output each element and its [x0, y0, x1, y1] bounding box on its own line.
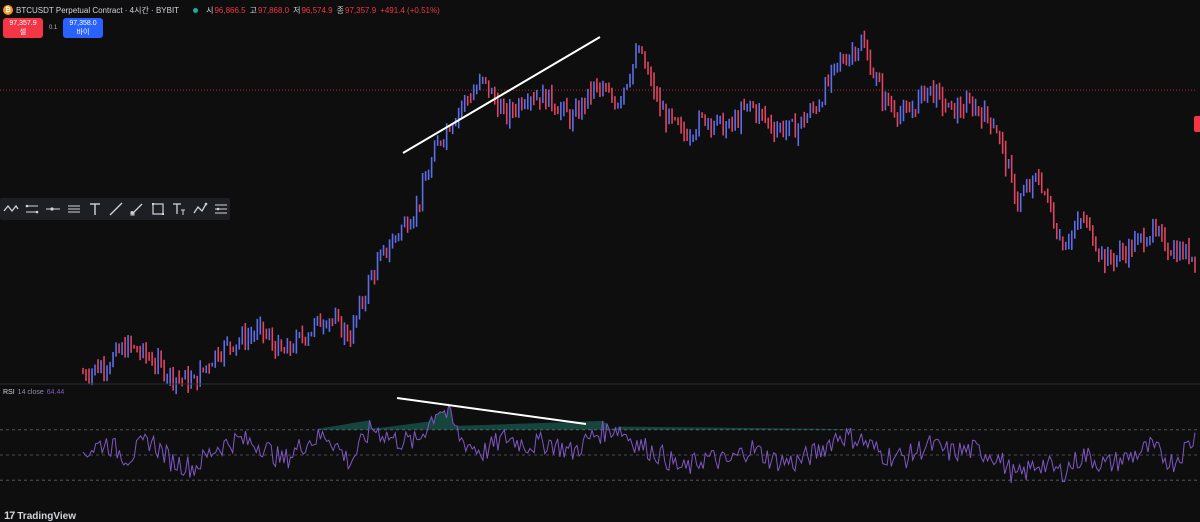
rsi-reference-lines	[0, 429, 1200, 481]
price-trendline-drawing[interactable]	[402, 36, 601, 154]
bitcoin-icon: ₿	[3, 5, 13, 15]
path-icon[interactable]	[192, 200, 209, 218]
rectangle-icon[interactable]	[150, 200, 167, 218]
spread-value: 0.1	[48, 25, 58, 31]
buy-label: 바이	[76, 29, 90, 36]
ohlc-values: 시96,866.5 고97,868.0 저96,574.9 종97,357.9	[206, 5, 376, 16]
parallel-lines-icon[interactable]	[65, 200, 82, 218]
price-change: +491.4 (+0.51%)	[380, 5, 440, 15]
low-value: 96,574.9	[301, 5, 333, 15]
rsi-overbought-fill	[318, 404, 851, 430]
low-label: 저	[293, 5, 301, 15]
sell-button[interactable]: 97,357.9 셀	[3, 18, 43, 38]
channel-icon[interactable]	[23, 200, 40, 218]
symbol-title[interactable]: BTCUSDT Perpetual Contract · 4시간 · BYBIT	[16, 5, 179, 16]
settings-lines-icon[interactable]	[213, 200, 230, 218]
horizontal-ray-icon[interactable]	[44, 200, 61, 218]
open-value: 96,866.5	[214, 5, 246, 15]
drawing-toolbar	[0, 198, 230, 220]
text-size-icon[interactable]	[171, 200, 188, 218]
close-value: 97,357.9	[345, 5, 377, 15]
sell-price: 97,357.9	[9, 20, 37, 27]
high-label: 고	[249, 5, 257, 15]
rsi-value: 64.44	[46, 389, 65, 396]
trade-panel: 97,357.9 셀 0.1 97,358.0 바이	[3, 18, 103, 38]
current-price-marker	[1194, 116, 1200, 132]
price-series	[82, 30, 1196, 395]
market-status-icon	[193, 7, 199, 13]
tradingview-logo[interactable]: 17 TradingView	[4, 510, 76, 522]
brush-icon[interactable]	[129, 200, 146, 218]
high-value: 97,868.0	[257, 5, 290, 15]
chart-canvas[interactable]	[0, 0, 1200, 522]
rsi-params: 14 close	[17, 389, 44, 396]
open-label: 시	[206, 5, 214, 15]
close-label: 종	[336, 5, 344, 15]
rsi-legend[interactable]: RSI 14 close 64.44	[3, 389, 64, 396]
rsi-name: RSI	[3, 389, 15, 396]
chart-header: ₿ BTCUSDT Perpetual Contract · 4시간 · BYB…	[3, 3, 440, 17]
buy-price: 97,358.0	[69, 20, 97, 27]
trend-line-icon[interactable]	[107, 200, 124, 218]
rsi-line	[82, 403, 1196, 483]
pattern-icon[interactable]	[2, 200, 19, 218]
text-icon[interactable]	[86, 200, 103, 218]
rsi-trendline-drawing[interactable]	[396, 397, 587, 425]
tradingview-text: TradingView	[17, 510, 76, 522]
tradingview-icon: 17	[4, 510, 15, 522]
buy-button[interactable]: 97,358.0 바이	[63, 18, 103, 38]
sell-label: 셀	[19, 29, 27, 36]
